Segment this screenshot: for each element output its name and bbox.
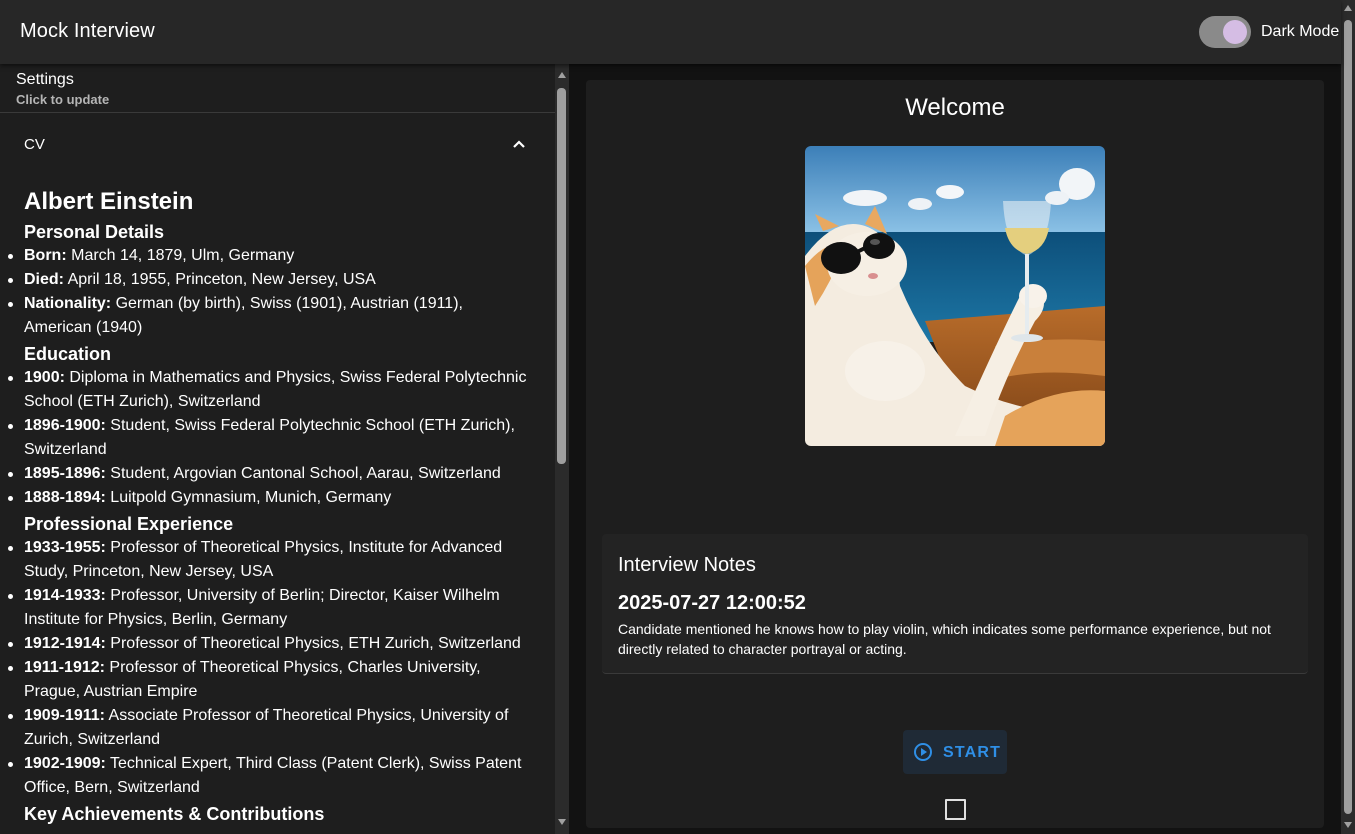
page-scrollbar-thumb[interactable] (1344, 20, 1352, 814)
confirm-checkbox[interactable] (945, 799, 966, 820)
notes-title: Interview Notes (618, 554, 756, 576)
app-title: Mock Interview (20, 20, 155, 42)
cv-list-item: 1909-1911: Associate Professor of Theore… (8, 704, 534, 752)
cv-item-key: 1888-1894: (24, 489, 106, 506)
scroll-up-arrow-icon[interactable] (558, 72, 566, 78)
page-scroll-down-icon[interactable] (1344, 822, 1352, 828)
cv-item-key: 1900: (24, 369, 65, 386)
cv-sections: Personal Details Born: March 14, 1879, Ul… (8, 220, 534, 826)
page-scrollbar[interactable] (1341, 0, 1355, 834)
cv-section-heading: Professional Experience (24, 514, 234, 534)
cv-label: CV (24, 136, 45, 153)
cv-list-item: Born: March 14, 1879, Ulm, Germany (8, 244, 534, 268)
cv-content: Albert Einstein Personal Details Born: Ma… (8, 188, 534, 826)
cv-scrollbar-thumb[interactable] (557, 88, 566, 464)
cv-list-item: 1888-1894: Luitpold Gymnasium, Munich, G… (8, 486, 534, 510)
cat-illustration (805, 146, 1105, 446)
cv-item-text: Diploma in Mathematics and Physics, Swis… (24, 369, 527, 410)
page-scroll-up-icon[interactable] (1344, 5, 1352, 11)
cv-list-item: 1896-1900: Student, Swiss Federal Polyte… (8, 414, 534, 462)
cv-section-heading: Key Achievements & Contributions (24, 804, 325, 824)
cv-list-item: 1895-1896: Student, Argovian Cantonal Sc… (8, 462, 534, 486)
cv-list-item: 1933-1955: Professor of Theoretical Phys… (8, 536, 534, 584)
cv-item-text: April 18, 1955, Princeton, New Jersey, U… (67, 271, 376, 288)
dark-mode-toggle[interactable] (1199, 16, 1251, 48)
note-timestamp: 2025-07-27 12:00:52 (618, 592, 806, 614)
cv-item-text: Professor of Theoretical Physics, ETH Zu… (110, 635, 521, 652)
cv-item-key: Born: (24, 247, 67, 264)
cv-list-item: 1914-1933: Professor, University of Berl… (8, 584, 534, 632)
cv-list-item: Nationality: German (by birth), Swiss (1… (8, 292, 534, 340)
cv-section-list: 1933-1955: Professor of Theoretical Phys… (8, 536, 534, 800)
cv-section-list: Born: March 14, 1879, Ulm, Germany Died: … (8, 244, 534, 340)
cv-item-key: 1933-1955: (24, 539, 106, 556)
app-root: Mock Interview Dark Mode Settings Click … (0, 0, 1355, 834)
settings-header[interactable]: Settings Click to update (0, 64, 555, 113)
cv-section-heading: Education (24, 344, 112, 364)
toggle-knob (1223, 20, 1247, 44)
app-bar: Mock Interview Dark Mode (0, 0, 1341, 64)
play-circle-icon (914, 743, 932, 761)
start-button[interactable]: START (903, 730, 1007, 774)
cv-item-text: March 14, 1879, Ulm, Germany (71, 247, 295, 264)
note-text: Candidate mentioned he knows how to play… (618, 621, 1271, 657)
cv-scrollbar[interactable] (555, 64, 569, 834)
settings-panel: Settings Click to update CV Albert Einst… (0, 64, 555, 834)
cv-item-key: Nationality: (24, 295, 112, 312)
chevron-up-icon[interactable] (512, 139, 526, 149)
cv-item-key: 1909-1911: (24, 707, 105, 724)
cv-list-item: 1912-1914: Professor of Theoretical Phys… (8, 632, 534, 656)
cv-list-item: 1911-1912: Professor of Theoretical Phys… (8, 656, 534, 704)
settings-title: Settings (16, 71, 74, 88)
cv-item-key: 1911-1912: (24, 659, 105, 676)
settings-subtitle: Click to update (16, 92, 110, 107)
cv-list-item: 1900: Diploma in Mathematics and Physics… (8, 366, 534, 414)
cv-accordion-header[interactable]: CV (0, 122, 555, 166)
scroll-down-arrow-icon[interactable] (558, 819, 566, 825)
cat-photo (805, 146, 1105, 446)
cv-item-text: Student, Argovian Cantonal School, Aarau… (110, 465, 501, 482)
cv-item-key: 1912-1914: (24, 635, 106, 652)
cv-item-key: 1914-1933: (24, 587, 106, 604)
cv-section-list: 1900: Diploma in Mathematics and Physics… (8, 366, 534, 510)
welcome-heading: Welcome (905, 94, 1005, 121)
cv-list-item: Died: April 18, 1955, Princeton, New Jer… (8, 268, 534, 292)
cv-item-key: 1902-1909: (24, 755, 106, 772)
cv-item-text: Luitpold Gymnasium, Munich, Germany (110, 489, 392, 506)
dark-mode-label: Dark Mode (1261, 23, 1340, 40)
cv-item-key: 1896-1900: (24, 417, 106, 434)
main-card: Welcome Interview Notes 2025-07-27 12:00… (586, 80, 1324, 828)
cv-name: Albert Einstein (24, 188, 194, 215)
cv-item-key: 1895-1896: (24, 465, 106, 482)
start-button-label: START (943, 744, 1002, 761)
cv-list-item: 1902-1909: Technical Expert, Third Class… (8, 752, 534, 800)
cv-section-heading: Personal Details (24, 222, 165, 242)
interview-notes-panel: Interview Notes 2025-07-27 12:00:52 Cand… (602, 534, 1308, 674)
cv-item-key: Died: (24, 271, 64, 288)
